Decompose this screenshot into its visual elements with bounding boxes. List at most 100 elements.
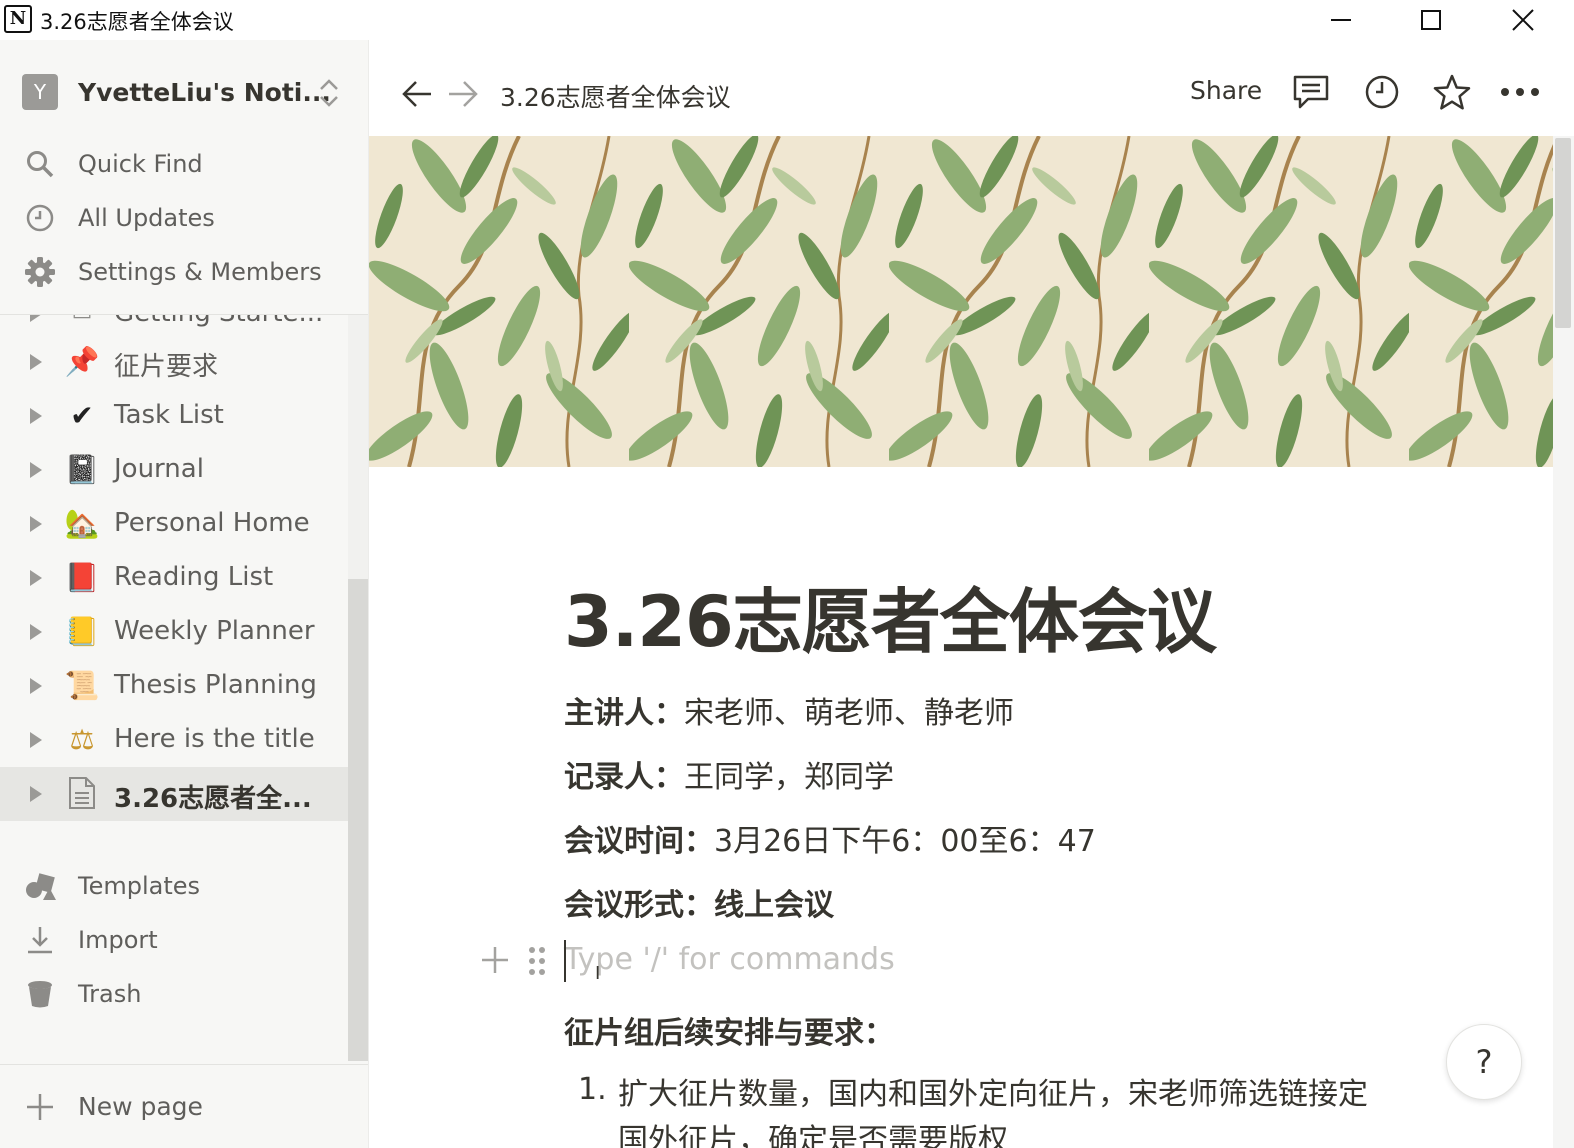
page-item-personal-home[interactable]: 🏡 Personal Home	[0, 497, 348, 551]
gear-icon	[22, 254, 58, 290]
red-book-icon: 📕	[64, 561, 100, 594]
expand-toggle-icon[interactable]	[30, 786, 42, 802]
page-label: Getting Starte...	[114, 315, 323, 328]
page-item-current[interactable]: 3.26志愿者全...	[0, 767, 348, 821]
maximize-button[interactable]	[1386, 0, 1476, 40]
property-value: 王同学，郑同学	[684, 760, 894, 795]
settings-members-button[interactable]: Settings & Members	[22, 250, 322, 294]
minimize-button[interactable]	[1296, 0, 1386, 40]
page-label: Journal	[114, 454, 204, 484]
text-block-recorders[interactable]: 记录人：王同学，郑同学	[564, 752, 894, 796]
expand-toggle-icon[interactable]	[30, 315, 42, 322]
expand-toggle-icon[interactable]	[30, 570, 42, 586]
page-label: Thesis Planning	[114, 670, 317, 700]
page-label: Task List	[114, 400, 224, 430]
text-block-meeting-format[interactable]: 会议形式：线上会议	[564, 880, 834, 924]
comments-button[interactable]	[1287, 70, 1335, 114]
templates-icon	[22, 868, 58, 904]
templates-button[interactable]: Templates	[22, 864, 200, 908]
checkmark-icon: ✔	[70, 399, 94, 432]
star-icon	[1433, 74, 1471, 110]
page-item-thesis-planning[interactable]: 📜 Thesis Planning	[0, 659, 348, 713]
workspace-switcher[interactable]: Y YvetteLiu's Noti...	[22, 74, 331, 110]
property-key: 会议时间：	[564, 824, 714, 859]
page-item-zhengpian[interactable]: 📌 征片要求	[0, 335, 348, 389]
expand-toggle-icon[interactable]	[30, 354, 42, 370]
expand-toggle-icon[interactable]	[30, 678, 42, 694]
arrow-left-icon	[402, 81, 431, 107]
import-label: Import	[78, 926, 158, 954]
expand-toggle-icon[interactable]	[30, 732, 42, 748]
close-button[interactable]	[1478, 0, 1568, 40]
trash-icon	[22, 976, 58, 1012]
favorite-button[interactable]	[1429, 70, 1475, 114]
clock-icon	[1365, 75, 1399, 109]
expand-toggle-icon[interactable]	[30, 516, 42, 532]
main-scrollbar-thumb[interactable]	[1555, 138, 1571, 328]
page-cover-image[interactable]	[369, 136, 1553, 467]
updates-button[interactable]	[1359, 70, 1405, 114]
back-button[interactable]	[397, 74, 437, 114]
workspace-name: YvetteLiu's Noti...	[78, 77, 331, 107]
house-icon: 🏡	[64, 507, 100, 540]
all-updates-label: All Updates	[78, 204, 215, 232]
page-label: 征片要求	[114, 352, 219, 382]
trash-button[interactable]: Trash	[22, 972, 141, 1016]
arrow-right-icon	[449, 81, 478, 107]
more-horizontal-icon	[1501, 88, 1539, 96]
text-caret	[564, 940, 566, 982]
drag-handle[interactable]	[527, 945, 547, 981]
expand-toggle-icon[interactable]	[30, 624, 42, 640]
page-label: Here is the title	[114, 724, 315, 754]
property-value: 3月26日下午6：00至6：47	[714, 824, 1096, 859]
import-button[interactable]: Import	[22, 918, 158, 962]
document-icon	[64, 776, 100, 812]
share-button[interactable]: Share	[1190, 76, 1262, 105]
page-item-journal[interactable]: 📓 Journal	[0, 443, 348, 497]
plus-icon	[24, 1091, 56, 1123]
close-icon	[1512, 9, 1534, 31]
ibeam-cursor-icon: I	[595, 963, 601, 984]
maximize-icon	[1421, 10, 1441, 30]
pushpin-icon: 📌	[64, 345, 100, 378]
empty-block-input[interactable]: Type '/' for commands	[564, 942, 895, 977]
forward-button[interactable]	[443, 74, 483, 114]
trash-label: Trash	[78, 980, 142, 1008]
text-block-meeting-time[interactable]: 会议时间：3月26日下午6：00至6：47	[564, 816, 1096, 860]
text-block-speakers[interactable]: 主讲人：宋老师、萌老师、静老师	[564, 688, 1014, 732]
property-value: 线上会议	[714, 888, 834, 923]
scroll-icon: 📜	[64, 669, 100, 702]
balance-scale-icon: ⚖	[69, 723, 95, 756]
section-heading[interactable]: 征片组后续安排与要求：	[564, 1008, 894, 1052]
chevron-updown-icon[interactable]	[318, 78, 340, 108]
plus-icon	[482, 947, 508, 973]
expand-toggle-icon[interactable]	[30, 408, 42, 424]
breadcrumb[interactable]: 3.26志愿者全体会议	[500, 78, 731, 114]
numbered-list-item[interactable]: 扩大征片数量，国内和国外定向征片，宋老师筛选链接定国外征片，确定是否需要版权	[618, 1072, 1378, 1148]
property-key: 主讲人：	[564, 696, 684, 731]
drag-handle-icon	[529, 947, 545, 975]
quick-find-button[interactable]: Quick Find	[22, 142, 203, 186]
window-title: 3.26志愿者全体会议	[40, 10, 234, 34]
search-icon	[22, 146, 58, 182]
all-updates-button[interactable]: All Updates	[22, 196, 215, 240]
page-item-task-list[interactable]: ✔ Task List	[0, 389, 348, 443]
new-page-button[interactable]: New page	[0, 1064, 368, 1148]
page-item-weekly-planner[interactable]: 📒 Weekly Planner	[0, 605, 348, 659]
page-title[interactable]: 3.26志愿者全体会议	[564, 566, 1217, 667]
page-item-here-is-the-title[interactable]: ⚖ Here is the title	[0, 713, 348, 767]
workspace-avatar: Y	[22, 74, 58, 110]
more-options-button[interactable]	[1497, 70, 1543, 114]
ledger-icon: 📒	[64, 615, 100, 648]
help-button[interactable]: ?	[1446, 1024, 1522, 1100]
new-page-label: New page	[78, 1092, 203, 1121]
notebook-icon: 📓	[64, 453, 100, 486]
page-item-reading-list[interactable]: 📕 Reading List	[0, 551, 348, 605]
property-value: 宋老师、萌老师、静老师	[684, 696, 1014, 731]
expand-toggle-icon[interactable]	[30, 462, 42, 478]
sidebar: Y YvetteLiu's Noti... Quick Find All Upd…	[0, 40, 369, 1148]
sidebar-scrollbar-thumb[interactable]	[348, 579, 368, 1061]
minimize-icon	[1331, 19, 1351, 21]
top-bar: 3.26志愿者全体会议 Share	[369, 40, 1574, 136]
add-block-button[interactable]	[480, 945, 510, 979]
